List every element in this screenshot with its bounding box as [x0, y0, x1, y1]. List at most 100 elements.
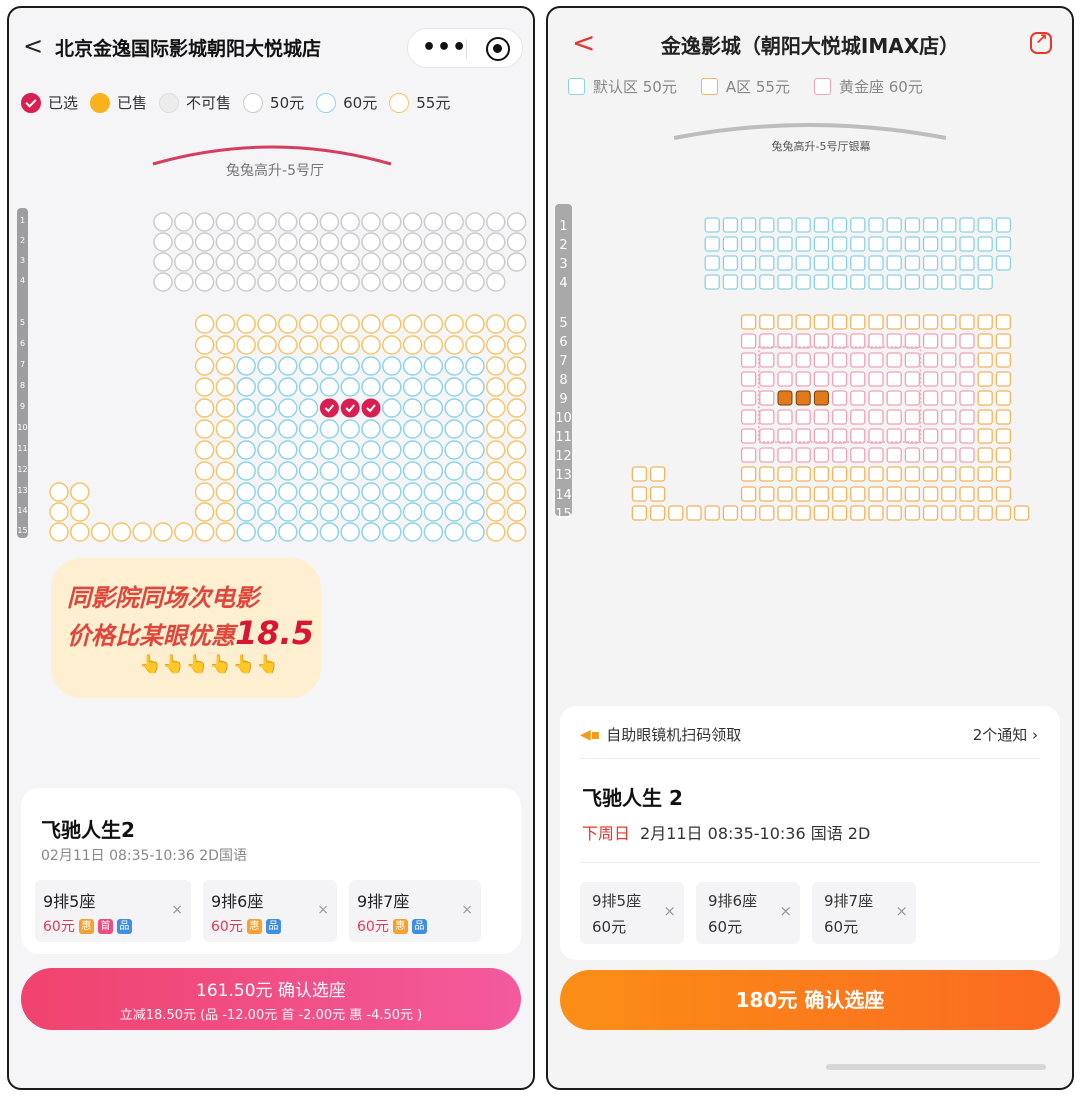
- seat[interactable]: [813, 274, 830, 290]
- seat[interactable]: [132, 522, 152, 542]
- seat[interactable]: [215, 482, 236, 502]
- seat[interactable]: [49, 502, 69, 522]
- seat[interactable]: [977, 314, 993, 330]
- seat[interactable]: [777, 486, 793, 502]
- seat[interactable]: [795, 274, 811, 290]
- seat[interactable]: [831, 486, 848, 502]
- seat[interactable]: [959, 274, 975, 290]
- seat[interactable]: [278, 314, 298, 334]
- seat[interactable]: [977, 409, 993, 425]
- seat[interactable]: [215, 502, 236, 522]
- seat[interactable]: [278, 272, 298, 292]
- seat[interactable]: [649, 466, 666, 482]
- seat[interactable]: [759, 409, 775, 425]
- seat[interactable]: [868, 255, 884, 271]
- seat[interactable]: [402, 377, 423, 397]
- seat[interactable]: [340, 212, 360, 232]
- seat[interactable]: [506, 212, 527, 232]
- seat[interactable]: [759, 371, 775, 387]
- seat[interactable]: [402, 522, 423, 542]
- seat[interactable]: [236, 482, 256, 502]
- seat[interactable]: [995, 255, 1012, 271]
- seat[interactable]: [174, 272, 194, 292]
- seat[interactable]: [850, 466, 866, 482]
- seat[interactable]: [402, 212, 423, 232]
- selected-seat[interactable]: [777, 390, 793, 406]
- seat[interactable]: [340, 335, 360, 355]
- seat[interactable]: [740, 390, 757, 406]
- seat[interactable]: [831, 390, 848, 406]
- seat[interactable]: [886, 486, 902, 502]
- seat[interactable]: [941, 255, 957, 271]
- seat[interactable]: [959, 505, 975, 521]
- seat[interactable]: [236, 252, 256, 272]
- seat[interactable]: [995, 505, 1012, 521]
- seat[interactable]: [850, 274, 866, 290]
- seat[interactable]: [868, 274, 884, 290]
- seat[interactable]: [649, 486, 666, 502]
- seat[interactable]: [215, 335, 236, 355]
- seat[interactable]: [506, 252, 527, 272]
- seat[interactable]: [995, 409, 1012, 425]
- seat[interactable]: [319, 272, 340, 292]
- seat[interactable]: [319, 502, 340, 522]
- seat[interactable]: [740, 352, 757, 368]
- seat[interactable]: [278, 232, 298, 252]
- selected-seat[interactable]: [361, 398, 381, 418]
- remove-ticket-icon[interactable]: ×: [779, 902, 792, 920]
- seat[interactable]: [382, 419, 402, 439]
- seat[interactable]: [236, 335, 256, 355]
- seat[interactable]: [995, 447, 1012, 463]
- seat[interactable]: [941, 274, 957, 290]
- seat[interactable]: [850, 409, 866, 425]
- seat[interactable]: [257, 212, 277, 232]
- seat[interactable]: [941, 314, 957, 330]
- seat[interactable]: [278, 482, 298, 502]
- seat[interactable]: [423, 419, 444, 439]
- seat[interactable]: [941, 409, 957, 425]
- seat[interactable]: [278, 502, 298, 522]
- seat[interactable]: [486, 314, 506, 334]
- seat[interactable]: [278, 522, 298, 542]
- seat[interactable]: [777, 466, 793, 482]
- seat[interactable]: [795, 428, 811, 444]
- seat[interactable]: [319, 252, 340, 272]
- seat[interactable]: [278, 252, 298, 272]
- ticket-chip[interactable]: 9排6座 60元 ×: [696, 882, 800, 944]
- notice-count[interactable]: 2个通知 ›: [973, 724, 1038, 745]
- seat[interactable]: [831, 447, 848, 463]
- seat[interactable]: [813, 255, 830, 271]
- seat[interactable]: [361, 252, 381, 272]
- seat[interactable]: [795, 255, 811, 271]
- seat[interactable]: [959, 333, 975, 349]
- seat[interactable]: [111, 522, 132, 542]
- seat[interactable]: [486, 482, 506, 502]
- seat[interactable]: [319, 440, 340, 460]
- seat[interactable]: [995, 466, 1012, 482]
- seat[interactable]: [506, 419, 527, 439]
- seat[interactable]: [886, 428, 902, 444]
- seat[interactable]: [194, 232, 215, 252]
- seat[interactable]: [278, 461, 298, 481]
- ticket-chip[interactable]: 9排5座 60元 ×: [580, 882, 684, 944]
- seat[interactable]: [361, 232, 381, 252]
- selected-seat[interactable]: [340, 398, 360, 418]
- seat[interactable]: [506, 461, 527, 481]
- seat[interactable]: [465, 440, 485, 460]
- seat[interactable]: [444, 232, 464, 252]
- seat[interactable]: [740, 505, 757, 521]
- seat[interactable]: [831, 333, 848, 349]
- selected-seat[interactable]: [319, 398, 339, 418]
- remove-ticket-icon[interactable]: ×: [895, 902, 908, 920]
- seat[interactable]: [486, 356, 506, 376]
- seat[interactable]: [465, 212, 485, 232]
- seat[interactable]: [922, 314, 939, 330]
- remove-ticket-icon[interactable]: ×: [171, 902, 183, 918]
- seat[interactable]: [423, 377, 444, 397]
- seat[interactable]: [831, 352, 848, 368]
- seat[interactable]: [868, 236, 884, 252]
- seat[interactable]: [319, 482, 340, 502]
- seat[interactable]: [402, 335, 423, 355]
- seat[interactable]: [759, 390, 775, 406]
- seat[interactable]: [194, 335, 215, 355]
